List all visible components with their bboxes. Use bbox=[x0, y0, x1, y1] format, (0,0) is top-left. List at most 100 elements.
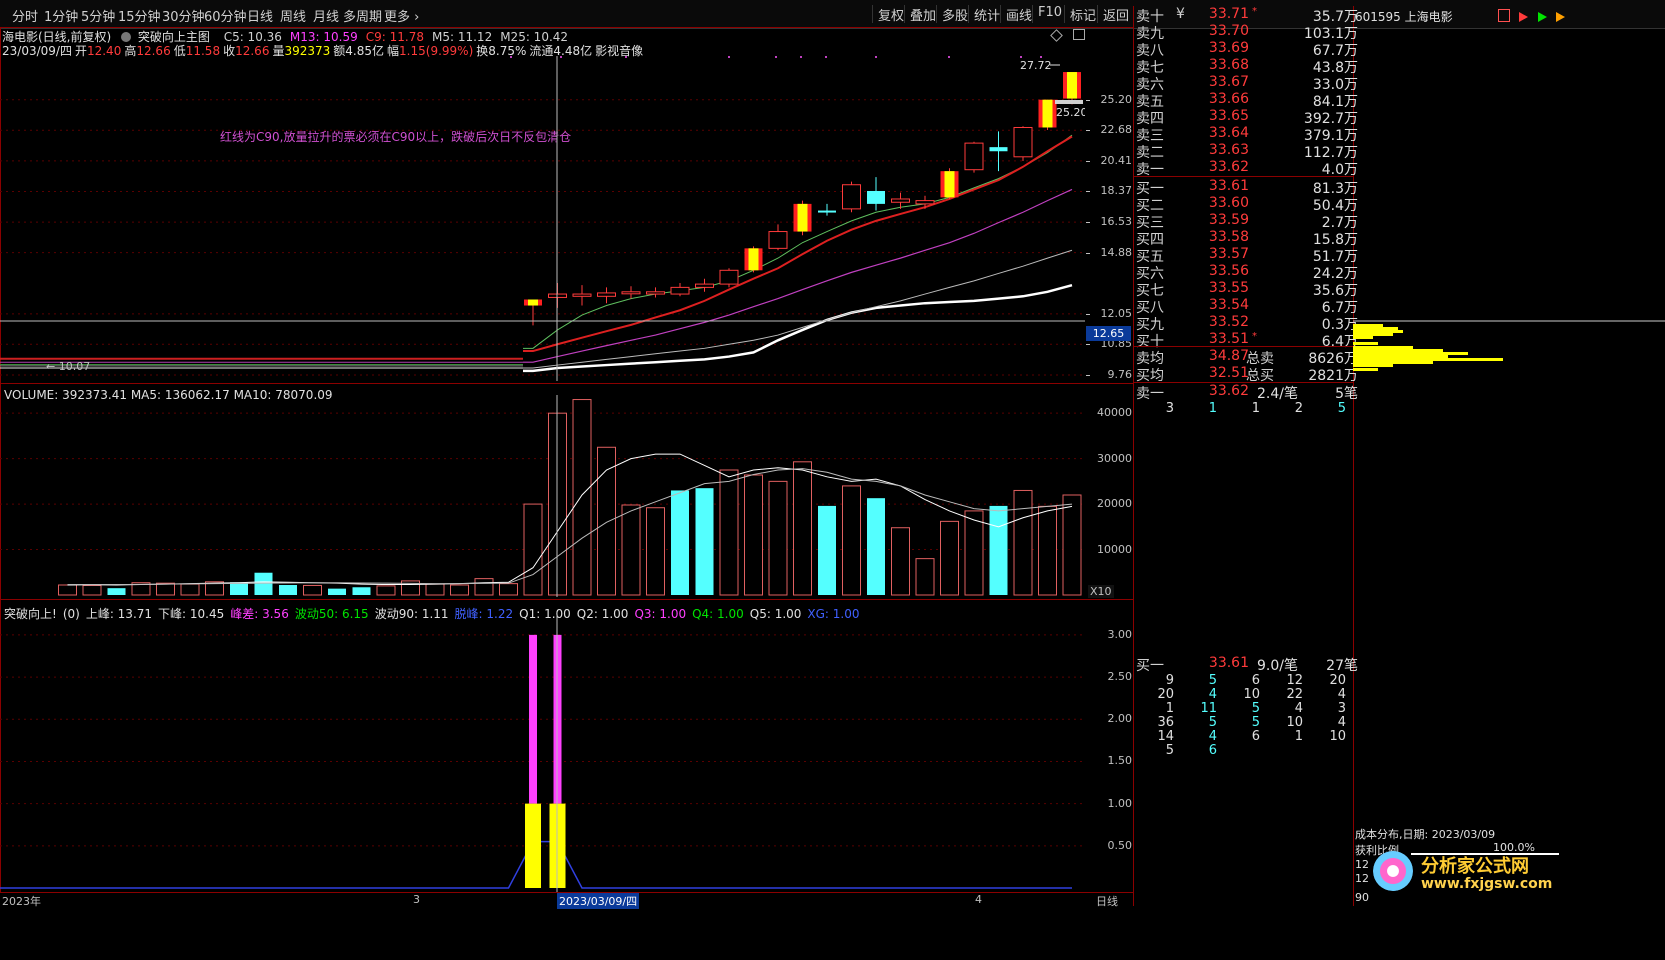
period-tab-6[interactable]: 日线 bbox=[247, 6, 273, 25]
sell-level-7[interactable]: 卖三 33.64 379.1万 bbox=[1134, 125, 1364, 144]
buy-level-2[interactable]: 买三 33.59 2.7万 bbox=[1134, 212, 1364, 231]
signal-dot-5 bbox=[800, 56, 802, 58]
candle-body-4 bbox=[621, 291, 641, 295]
candle-core-17 bbox=[944, 171, 955, 198]
cost-row-1: 12 bbox=[1355, 858, 1369, 871]
buy-level-3[interactable]: 买四 33.58 15.8万 bbox=[1134, 229, 1364, 248]
candle-7 bbox=[695, 278, 714, 292]
buy-level-price: 33.55 bbox=[1208, 280, 1249, 296]
buy1_detail-price: 33.61 bbox=[1208, 655, 1249, 671]
candle-core-21 bbox=[1042, 99, 1053, 128]
period-tab-4[interactable]: 30分钟 bbox=[162, 6, 205, 25]
signal-dot-0 bbox=[510, 56, 512, 58]
buy-level-price: 33.60 bbox=[1208, 195, 1249, 211]
sell-level-6[interactable]: 卖四 33.65 392.7万 bbox=[1134, 108, 1364, 127]
buy-level-price: 33.51 bbox=[1208, 331, 1249, 347]
candle-body-10 bbox=[768, 231, 788, 249]
candle-17 bbox=[940, 168, 959, 199]
buy-level-7[interactable]: 买八 33.54 6.7万 bbox=[1134, 297, 1364, 316]
sell1-detail-order-cell: 2 bbox=[1294, 401, 1303, 416]
cost-bar-7 bbox=[1353, 349, 1443, 352]
volume-axis-label-3: 10000 bbox=[1097, 542, 1132, 556]
toolbar-action-5[interactable]: F10 bbox=[1032, 5, 1067, 23]
buy-level-price: 33.59 bbox=[1208, 212, 1249, 228]
buy-flag-mark: * bbox=[1252, 331, 1257, 342]
indicator-chart bbox=[0, 612, 1085, 892]
period-tab-3[interactable]: 15分钟 bbox=[118, 6, 161, 25]
buy-level-price: 33.56 bbox=[1208, 263, 1249, 279]
sell-level-0[interactable]: 卖十 33.71 ¥ * 35.7万 bbox=[1134, 6, 1364, 25]
cost-bar-4 bbox=[1353, 336, 1373, 339]
period-tab-9[interactable]: 多周期 bbox=[343, 6, 382, 25]
price-marker-text: 25.20 bbox=[1056, 106, 1085, 119]
price-axis-label-1: 22.68 bbox=[1100, 123, 1133, 137]
sell-level-5[interactable]: 卖五 33.66 84.1万 bbox=[1134, 91, 1364, 110]
candle-9 bbox=[744, 246, 763, 273]
sell-level-3[interactable]: 卖七 33.68 43.8万 bbox=[1134, 57, 1364, 76]
cost-bar-6 bbox=[1353, 346, 1413, 349]
toolbar-action-6[interactable]: 标记 bbox=[1064, 5, 1101, 24]
buy-level-1[interactable]: 买二 33.60 50.4万 bbox=[1134, 195, 1364, 214]
buy-level-0[interactable]: 买一 33.61 81.3万 bbox=[1134, 178, 1364, 197]
buy-level-6[interactable]: 买七 33.55 35.6万 bbox=[1134, 280, 1364, 299]
price-axis-tick-1 bbox=[1086, 130, 1090, 132]
volume-bar-31 bbox=[818, 505, 836, 595]
volume-bar-26 bbox=[695, 488, 714, 595]
period-tab-8[interactable]: 月线 bbox=[313, 6, 339, 25]
indicator-axis-label-4: 1.00 bbox=[1107, 796, 1133, 810]
volume-axis: 40000 30000 20000 10000 bbox=[1086, 395, 1132, 597]
currency-mark: ¥ bbox=[1176, 6, 1185, 22]
volume-bar-40 bbox=[1038, 505, 1057, 596]
volume-bar-15 bbox=[425, 583, 445, 596]
buy1-detail-order-cell: 10 bbox=[1286, 715, 1303, 730]
volume-bar-9 bbox=[279, 585, 297, 595]
sell-level-9[interactable]: 卖一 33.62 4.0万 bbox=[1134, 159, 1364, 178]
period-tab-2[interactable]: 5分钟 bbox=[81, 6, 115, 25]
volume-bar-13 bbox=[376, 585, 396, 596]
price-axis-label-3: 18.37 bbox=[1100, 184, 1133, 198]
buy-level-4[interactable]: 买五 33.57 51.7万 bbox=[1134, 246, 1364, 265]
toolbar-action-7[interactable]: 返回 bbox=[1097, 5, 1134, 24]
sell1-detail-order-cell: 5 bbox=[1337, 401, 1346, 416]
buy1-detail-order-cell: 1 bbox=[1294, 729, 1303, 744]
indicator-axis-label-5: 0.50 bbox=[1107, 838, 1133, 852]
volume-bar-7 bbox=[230, 582, 248, 595]
buy1-detail-order-cell: 12 bbox=[1286, 673, 1303, 688]
buy1-detail-order-cell: 20 bbox=[1157, 687, 1174, 702]
time-axis-month-4: 4 bbox=[975, 893, 982, 906]
period-tab-0[interactable]: 分时 bbox=[12, 6, 38, 25]
period-tab-5[interactable]: 60分钟 bbox=[204, 6, 247, 25]
watermark-logo: 分析家公式网 www.fxjgsw.com bbox=[1373, 849, 1563, 899]
candle-body-6 bbox=[670, 286, 690, 295]
cursor-price-tag: 12.65 bbox=[1086, 326, 1131, 341]
signal-dot-1 bbox=[560, 56, 562, 58]
period-tab-1[interactable]: 1分钟 bbox=[44, 6, 78, 25]
buy-level-8[interactable]: 买九 33.52 0.3万 bbox=[1134, 314, 1364, 333]
buy1-detail-order-cell: 5 bbox=[1208, 715, 1217, 730]
period-tab-7[interactable]: 周线 bbox=[280, 6, 306, 25]
buy1-detail-order-cell: 6 bbox=[1251, 729, 1260, 744]
price-axis-tick-8 bbox=[1086, 375, 1090, 376]
volume-bar-33 bbox=[867, 498, 885, 595]
volume-bar-10 bbox=[303, 584, 322, 596]
high-marker-text: 27.72 bbox=[1020, 59, 1052, 72]
buy1-detail-order-cell: 4 bbox=[1294, 701, 1303, 716]
volume-bar-4 bbox=[156, 582, 175, 596]
period-tab-10[interactable]: 更多 › bbox=[384, 6, 419, 25]
candle-body-14 bbox=[867, 190, 885, 204]
price-axis-tick-6 bbox=[1086, 313, 1090, 315]
ma-green-line bbox=[523, 134, 1073, 349]
candle-body-16 bbox=[915, 200, 935, 205]
candlestick-chart: 27.72 25.20 ← 10.07 bbox=[0, 56, 1085, 381]
sell-level-4[interactable]: 卖六 33.67 33.0万 bbox=[1134, 74, 1364, 93]
ma-gray-line bbox=[523, 249, 1073, 369]
volume-bar-2 bbox=[107, 588, 126, 595]
sell1-detail-order-cell: 1 bbox=[1208, 401, 1217, 416]
watermark-name: 分析家公式网 bbox=[1421, 856, 1529, 877]
cost-bar-10 bbox=[1353, 358, 1503, 361]
buy-level-5[interactable]: 买六 33.56 24.2万 bbox=[1134, 263, 1364, 282]
sell-level-1[interactable]: 卖九 33.70 103.1万 bbox=[1134, 23, 1364, 42]
sell-level-8[interactable]: 卖二 33.63 112.7万 bbox=[1134, 142, 1364, 161]
sell-level-2[interactable]: 卖八 33.69 67.7万 bbox=[1134, 40, 1364, 59]
price-axis-label-0: 25.20 bbox=[1100, 92, 1133, 106]
